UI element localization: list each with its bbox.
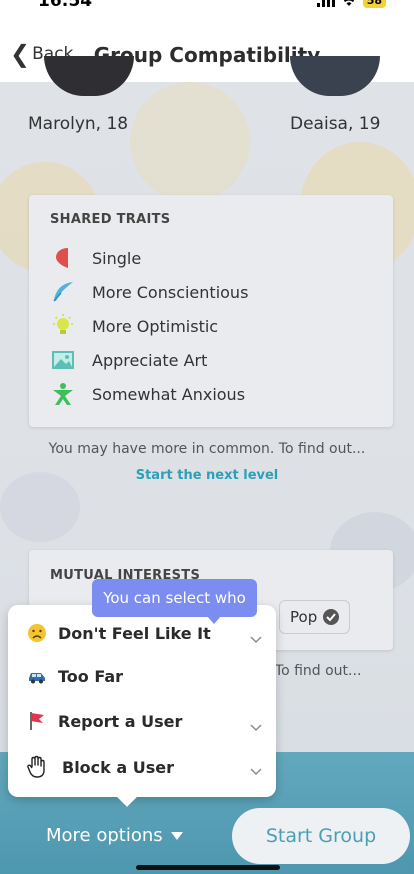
chevron-down-icon (250, 636, 262, 643)
trait-label: Somewhat Anxious (92, 384, 246, 404)
trait-label: More Conscientious (92, 282, 249, 302)
decorative-bulb-center (130, 82, 250, 202)
tooltip-tail (207, 616, 221, 624)
feather-icon (50, 279, 76, 305)
more-options-menu: Don't Feel Like It Too Far Report a User… (8, 605, 276, 807)
trait-item: Single (50, 241, 248, 275)
trait-label: Single (92, 248, 142, 268)
menu-item-label: Don't Feel Like It (58, 623, 211, 643)
tooltip-text: You can select who (103, 589, 246, 607)
member-name-deaisa: Deaisa, 19 (290, 114, 381, 134)
flag-icon (26, 711, 48, 731)
chevron-down-icon (250, 724, 262, 731)
disappointed-face-icon (26, 623, 48, 643)
trait-item: Appreciate Art (50, 343, 248, 377)
more-options-button[interactable]: More options (46, 825, 183, 846)
shared-more-note: You may have more in common. To find out… (48, 441, 366, 457)
menu-item-label: Block a User (62, 757, 174, 777)
shared-traits-card: SHARED TRAITS Single More Conscientious … (29, 195, 393, 427)
tooltip: You can select who (92, 579, 257, 624)
status-time: 16:54 (38, 0, 93, 11)
battery-indicator: 58 (362, 0, 386, 8)
menu-item-dont-feel-like-it[interactable]: Don't Feel Like It (26, 623, 262, 643)
home-indicator (136, 865, 280, 870)
caret-down-icon (170, 831, 183, 840)
interest-tag-pop[interactable]: Pop (279, 600, 351, 634)
more-options-label: More options (46, 825, 163, 846)
mutual-more-note-partial: . To find out... (266, 663, 362, 679)
signal-icon (316, 0, 335, 7)
wifi-icon (343, 0, 354, 6)
picture-icon (50, 347, 76, 373)
raised-hand-icon (26, 755, 48, 779)
menu-item-label: Too Far (58, 667, 124, 686)
status-indicators: 58 (316, 0, 386, 8)
heart-half-icon (50, 245, 76, 271)
shared-traits-heading: SHARED TRAITS (50, 212, 171, 227)
trait-item: More Conscientious (50, 275, 248, 309)
person-x-icon (50, 381, 76, 407)
car-icon (26, 670, 48, 684)
interest-tag-label: Pop (290, 608, 318, 626)
trait-label: Appreciate Art (92, 350, 208, 370)
menu-item-too-far[interactable]: Too Far (26, 667, 262, 686)
menu-item-report-user[interactable]: Report a User (26, 711, 262, 731)
chevron-down-icon (250, 768, 262, 775)
status-bar: 16:54 58 (0, 0, 414, 30)
trait-item: Somewhat Anxious (50, 377, 248, 411)
menu-item-block-user[interactable]: Block a User (26, 755, 262, 779)
start-group-button[interactable]: Start Group (232, 808, 410, 864)
start-next-level-link[interactable]: Start the next level (0, 468, 414, 483)
trait-label: More Optimistic (92, 316, 219, 336)
check-circle-icon (323, 609, 340, 625)
trait-item: More Optimistic (50, 309, 248, 343)
menu-item-label: Report a User (58, 711, 183, 731)
member-name-marolyn: Marolyn, 18 (28, 114, 129, 134)
lightbulb-icon (50, 313, 76, 339)
